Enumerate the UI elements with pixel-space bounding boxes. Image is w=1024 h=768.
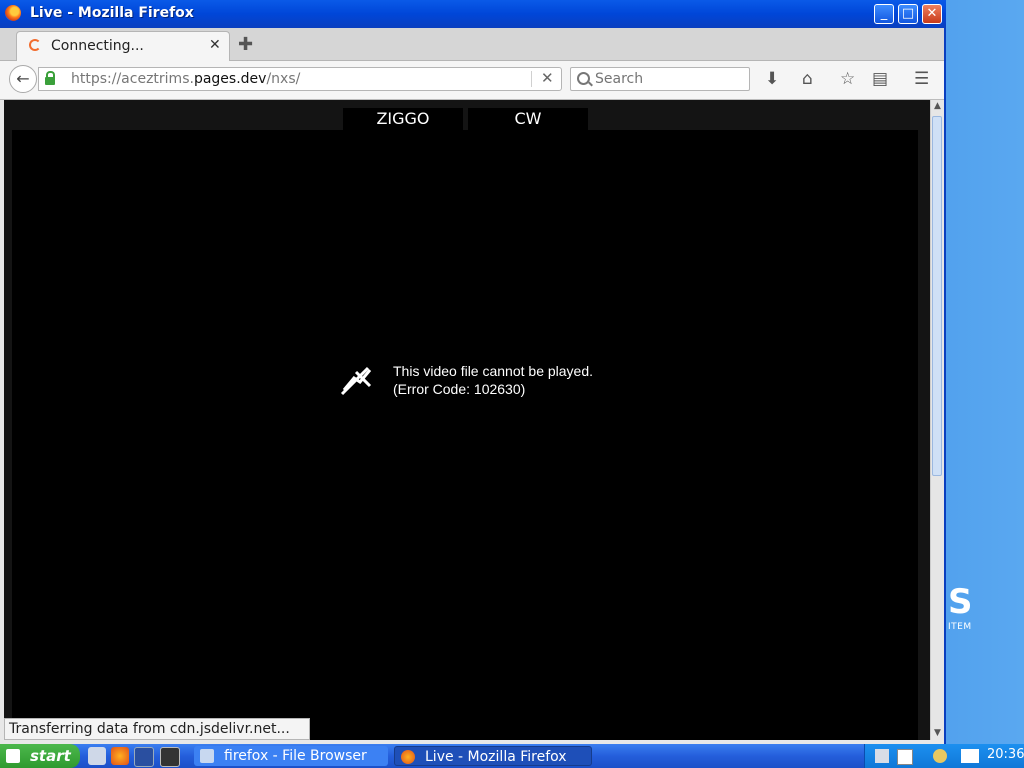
desktop-logo: S ITEM bbox=[948, 584, 973, 632]
taskbar-item-label: Live - Mozilla Firefox bbox=[425, 749, 567, 765]
navigation-bar: ← https://aceztrims.pages.dev/nxs/ ✕ ⬇ ⌂… bbox=[0, 61, 944, 100]
reading-list-icon[interactable]: ▤ bbox=[872, 69, 888, 89]
start-logo-icon bbox=[6, 749, 20, 763]
video-error-line1: This video file cannot be played. bbox=[393, 363, 594, 379]
video-error-icon bbox=[340, 366, 372, 396]
display-icon[interactable] bbox=[897, 749, 913, 765]
video-player[interactable]: This video file cannot be played. (Error… bbox=[12, 130, 918, 740]
desktop-logo-letter: S bbox=[948, 582, 973, 622]
clock: 20:36 bbox=[987, 747, 1024, 762]
back-button[interactable]: ← bbox=[9, 65, 37, 93]
home-icon[interactable]: ⌂ bbox=[802, 69, 813, 89]
volume-icon[interactable] bbox=[933, 749, 947, 763]
firefox-icon bbox=[5, 5, 21, 21]
channel-tab-cw[interactable]: CW bbox=[468, 108, 588, 132]
url-path: /nxs/ bbox=[266, 71, 301, 87]
search-bar[interactable] bbox=[570, 67, 750, 91]
quicklaunch-terminal-icon[interactable] bbox=[160, 747, 180, 767]
network-icon[interactable] bbox=[875, 749, 889, 763]
download-icon[interactable]: ⬇ bbox=[765, 69, 779, 89]
search-icon bbox=[577, 72, 590, 85]
firefox-window: Live - Mozilla Firefox _ □ ✕ Connecting.… bbox=[0, 0, 946, 744]
url-bar[interactable]: https://aceztrims.pages.dev/nxs/ ✕ bbox=[38, 67, 562, 91]
loading-spinner-icon bbox=[29, 39, 41, 51]
close-icon: ✕ bbox=[926, 6, 938, 21]
url-separator bbox=[531, 71, 532, 87]
maximize-icon: □ bbox=[901, 6, 915, 21]
desktop-logo-caption: ITEM bbox=[948, 622, 972, 632]
status-bar: Transferring data from cdn.jsdelivr.net.… bbox=[4, 718, 310, 740]
maximize-button[interactable]: □ bbox=[898, 4, 918, 24]
start-button[interactable]: start bbox=[0, 744, 80, 768]
video-error-message: This video file cannot be played. (Error… bbox=[393, 362, 593, 398]
url-host: pages.dev bbox=[193, 71, 267, 87]
window-title: Live - Mozilla Firefox bbox=[30, 5, 194, 21]
lock-icon bbox=[45, 71, 55, 85]
title-bar[interactable]: Live - Mozilla Firefox _ □ ✕ bbox=[0, 0, 946, 28]
url-prefix: https://aceztrims. bbox=[71, 71, 194, 87]
start-label: start bbox=[30, 747, 71, 765]
file-browser-icon bbox=[200, 749, 214, 763]
url-text[interactable]: https://aceztrims.pages.dev/nxs/ bbox=[71, 71, 300, 87]
tab-connecting[interactable]: Connecting... ✕ bbox=[16, 31, 230, 61]
taskbar-item-firefox[interactable]: Live - Mozilla Firefox bbox=[394, 746, 592, 766]
firefox-icon bbox=[401, 750, 415, 764]
tab-close-icon[interactable]: ✕ bbox=[209, 37, 221, 53]
new-tab-button[interactable]: ✚ bbox=[238, 34, 253, 55]
search-input[interactable] bbox=[593, 70, 747, 88]
minimize-button[interactable]: _ bbox=[874, 4, 894, 24]
taskbar: start firefox - File Browser Live - Mozi… bbox=[0, 744, 1024, 768]
system-tray: 20:36 bbox=[864, 744, 1024, 768]
video-error-line2: (Error Code: 102630) bbox=[393, 381, 526, 397]
page-content: ZIGGO CW This video file cannot be playe… bbox=[4, 100, 930, 740]
taskbar-item-file-browser[interactable]: firefox - File Browser bbox=[194, 746, 388, 766]
quicklaunch-browser-icon[interactable] bbox=[88, 747, 106, 765]
hamburger-menu-icon[interactable]: ☰ bbox=[914, 69, 929, 89]
mail-icon[interactable] bbox=[961, 749, 979, 763]
url-clear-icon[interactable]: ✕ bbox=[541, 69, 554, 87]
quicklaunch-desktop-icon[interactable] bbox=[134, 747, 154, 767]
web-page: ZIGGO CW This video file cannot be playe… bbox=[4, 100, 930, 740]
scrollbar-thumb[interactable] bbox=[932, 116, 942, 476]
tab-strip: Connecting... ✕ ✚ bbox=[0, 28, 944, 61]
close-window-button[interactable]: ✕ bbox=[922, 4, 942, 24]
vertical-scrollbar[interactable]: ▲ ▼ bbox=[930, 100, 944, 740]
taskbar-item-label: firefox - File Browser bbox=[224, 748, 367, 764]
back-arrow-icon: ← bbox=[16, 69, 30, 88]
scroll-up-icon[interactable]: ▲ bbox=[931, 100, 944, 113]
minimize-icon: _ bbox=[880, 6, 888, 21]
scroll-down-icon[interactable]: ▼ bbox=[931, 727, 944, 740]
channel-tab-ziggo[interactable]: ZIGGO bbox=[343, 108, 463, 132]
tab-label: Connecting... bbox=[51, 38, 144, 54]
quicklaunch-firefox-icon[interactable] bbox=[111, 747, 129, 765]
star-icon[interactable]: ☆ bbox=[840, 69, 855, 89]
